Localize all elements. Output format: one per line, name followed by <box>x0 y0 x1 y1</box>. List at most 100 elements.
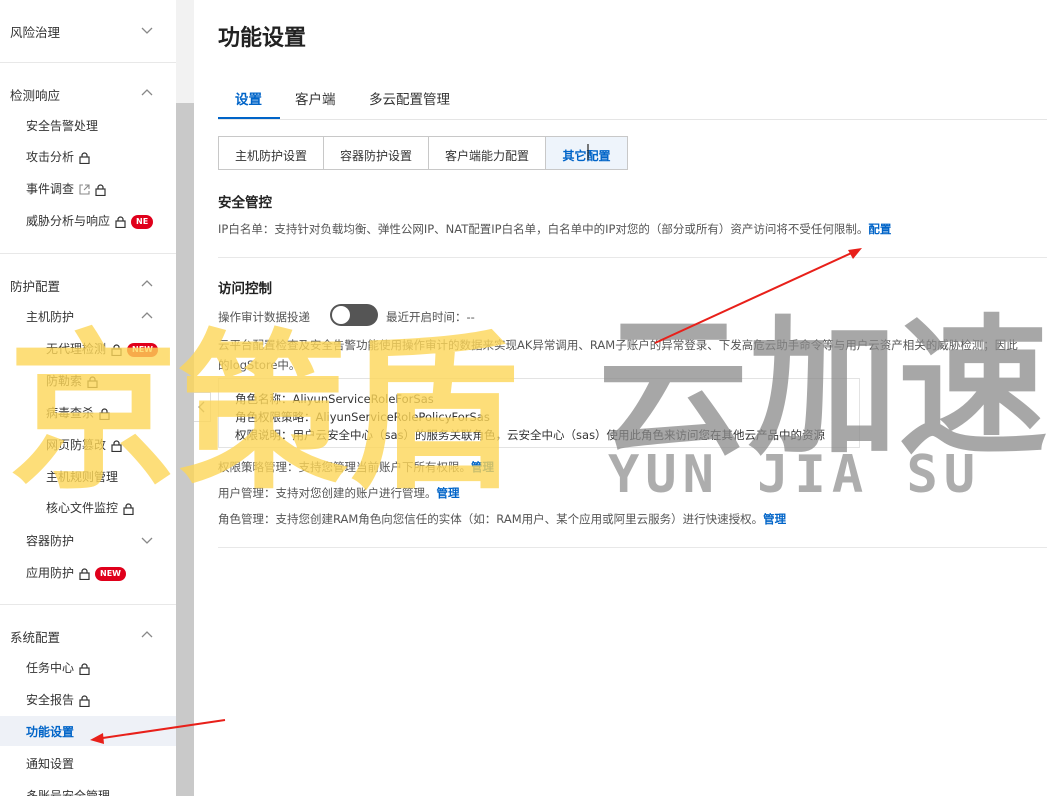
new-badge: NEW <box>127 342 158 357</box>
segment-label: 容器防护设置 <box>339 149 412 163</box>
segment-container-protect[interactable]: 容器防护设置 <box>323 136 429 170</box>
sidebar-item-feature-settings[interactable]: 功能设置 <box>0 716 176 746</box>
audit-desc-line1: 云平台配置检查及安全告警功能使用操作审计的数据来实现AK异常调用、RAM子账户的… <box>218 338 1018 352</box>
policy-manage-link[interactable]: 管理 <box>471 460 494 474</box>
divider <box>218 257 1047 258</box>
sidebar-item-label: 主机防护 <box>26 310 75 324</box>
policy-mgmt-desc: 权限策略管理：支持您管理当前账户下所有权限。 <box>218 460 471 474</box>
ip-whitelist-text: IP白名单：支持针对负载均衡、弹性公网IP、NAT配置IP白名单，白名单中的IP… <box>218 221 891 237</box>
sidebar-item-multi-account[interactable]: 多账号安全管理 <box>0 780 176 796</box>
chevron-up-icon <box>141 280 153 287</box>
sidebar-item-notify[interactable]: 通知设置 <box>0 748 176 778</box>
sidebar-section-risk[interactable]: 风险治理 <box>0 15 176 47</box>
sidebar-section-detect[interactable]: 检测响应 <box>0 78 176 110</box>
ip-whitelist-desc: IP白名单：支持针对负载均衡、弹性公网IP、NAT配置IP白名单，白名单中的IP… <box>218 222 869 236</box>
sidebar-section-protect[interactable]: 防护配置 <box>0 269 176 301</box>
sidebar-item-app[interactable]: 应用防护 NEW <box>0 557 176 587</box>
sidebar-section-system[interactable]: 系统配置 <box>0 620 176 652</box>
chevron-up-icon <box>141 89 153 96</box>
sidebar-item-label: 主机规则管理 <box>46 470 119 484</box>
sidebar-item-label: 通知设置 <box>26 757 75 771</box>
lock-icon <box>115 215 126 228</box>
lock-icon <box>79 694 90 707</box>
sidebar-scrollbar[interactable] <box>176 0 194 796</box>
user-mgmt-desc: 用户管理：支持对您创建的账户进行管理。 <box>218 486 437 500</box>
tab-multicloud[interactable]: 多云配置管理 <box>369 88 450 108</box>
segment-label: 主机防护设置 <box>234 149 307 163</box>
lock-icon <box>99 407 110 420</box>
segment-client-capability[interactable]: 客户端能力配置 <box>428 136 546 170</box>
lock-icon <box>111 439 122 452</box>
sidebar-item-label: 核心文件监控 <box>46 501 119 515</box>
divider <box>0 253 176 254</box>
lock-icon <box>79 567 90 580</box>
sidebar-item-label: 应用防护 <box>26 566 75 580</box>
role-manage-link[interactable]: 管理 <box>763 512 786 526</box>
section-title-security: 安全管控 <box>218 195 272 211</box>
sidebar-item-label: 容器防护 <box>26 534 75 548</box>
chevron-down-icon <box>141 27 153 34</box>
sidebar-item-label: 事件调查 <box>26 182 75 196</box>
sidebar-item-label: 安全报告 <box>26 693 75 707</box>
sidebar-section-label: 风险治理 <box>10 25 61 40</box>
sidebar-item-core-file[interactable]: 核心文件监控 <box>0 492 176 522</box>
page-title: 功能设置 <box>218 26 307 51</box>
sidebar-item-label: 安全告警处理 <box>26 119 99 133</box>
sidebar-item-label: 病毒查杀 <box>46 406 95 420</box>
lock-icon <box>87 375 98 388</box>
lock-icon <box>111 343 122 356</box>
lock-icon <box>95 183 106 196</box>
sidebar-item-label: 功能设置 <box>26 725 75 739</box>
sidebar-collapse-button[interactable] <box>194 392 211 422</box>
sidebar-item-agentless[interactable]: 无代理检测 NEW <box>0 333 176 363</box>
policy-mgmt-row: 权限策略管理：支持您管理当前账户下所有权限。管理 <box>218 459 494 475</box>
sidebar-item-container[interactable]: 容器防护 <box>0 525 176 555</box>
sidebar-item-label: 威胁分析与响应 <box>26 214 111 228</box>
segment-label: 客户端能力配置 <box>444 149 529 163</box>
role-info-box: 角色名称：AliyunServiceRoleForSas 角色权限策略：Aliy… <box>218 378 860 448</box>
sidebar-item-attack[interactable]: 攻击分析 <box>0 141 176 171</box>
section-title-access: 访问控制 <box>218 281 272 297</box>
audit-last-time: 最近开启时间：-- <box>386 310 475 324</box>
ip-config-link[interactable]: 配置 <box>868 222 891 236</box>
sidebar: 风险治理 检测响应 安全告警处理 攻击分析 事件调查 威胁分析与响应 NE 防护配… <box>0 0 176 796</box>
sidebar-item-alert[interactable]: 安全告警处理 <box>0 110 176 140</box>
audit-desc-line2: 的logStore中。 <box>218 358 301 372</box>
segment-label: 其它配置 <box>562 149 611 163</box>
sidebar-item-threat[interactable]: 威胁分析与响应 NE <box>0 205 176 235</box>
chevron-left-icon <box>198 401 205 413</box>
sidebar-item-webtamper[interactable]: 网页防篡改 <box>0 429 176 459</box>
lock-icon <box>79 662 90 675</box>
audit-delivery-toggle[interactable] <box>330 304 378 326</box>
sidebar-section-label: 防护配置 <box>10 279 61 294</box>
sidebar-item-task[interactable]: 任务中心 <box>0 652 176 682</box>
divider <box>218 547 1047 548</box>
new-badge: NE <box>131 214 154 229</box>
sidebar-item-label: 攻击分析 <box>26 150 75 164</box>
sidebar-item-virus[interactable]: 病毒查杀 <box>0 397 176 427</box>
scrollbar-thumb[interactable] <box>176 103 194 796</box>
sidebar-item-report[interactable]: 安全报告 <box>0 684 176 714</box>
segment-host-protect[interactable]: 主机防护设置 <box>218 136 324 170</box>
role-mgmt-desc: 角色管理：支持您创建RAM角色向您信任的实体（如：RAM用户、某个应用或阿里云服… <box>218 512 764 526</box>
sidebar-section-label: 系统配置 <box>10 630 61 645</box>
role-desc: 权限说明：用户云安全中心（sas）的服务关联角色，云安全中心（sas）使用此角色… <box>235 428 826 442</box>
role-policy: 角色权限策略：AliyunServiceRolePolicyForSas <box>235 410 490 424</box>
sidebar-section-label: 检测响应 <box>10 88 61 103</box>
new-badge: NEW <box>95 566 126 581</box>
sidebar-item-ransom[interactable]: 防勒索 <box>0 365 176 395</box>
sidebar-item-label: 网页防篡改 <box>46 438 107 452</box>
divider <box>0 62 176 63</box>
divider <box>0 604 176 605</box>
sidebar-item-label: 防勒索 <box>46 374 83 388</box>
tab-settings[interactable]: 设置 <box>235 88 262 108</box>
sidebar-item-investigate[interactable]: 事件调查 <box>0 173 176 203</box>
audit-label: 操作审计数据投递 <box>218 310 310 324</box>
sidebar-item-label: 任务中心 <box>26 661 75 675</box>
sidebar-item-host-protect[interactable]: 主机防护 <box>0 301 176 331</box>
sidebar-item-host-rules[interactable]: 主机规则管理 <box>0 461 176 491</box>
tab-client[interactable]: 客户端 <box>295 88 336 108</box>
lock-icon <box>123 502 134 515</box>
segment-other-config[interactable]: 其它配置 <box>545 136 628 170</box>
user-manage-link[interactable]: 管理 <box>437 486 460 500</box>
